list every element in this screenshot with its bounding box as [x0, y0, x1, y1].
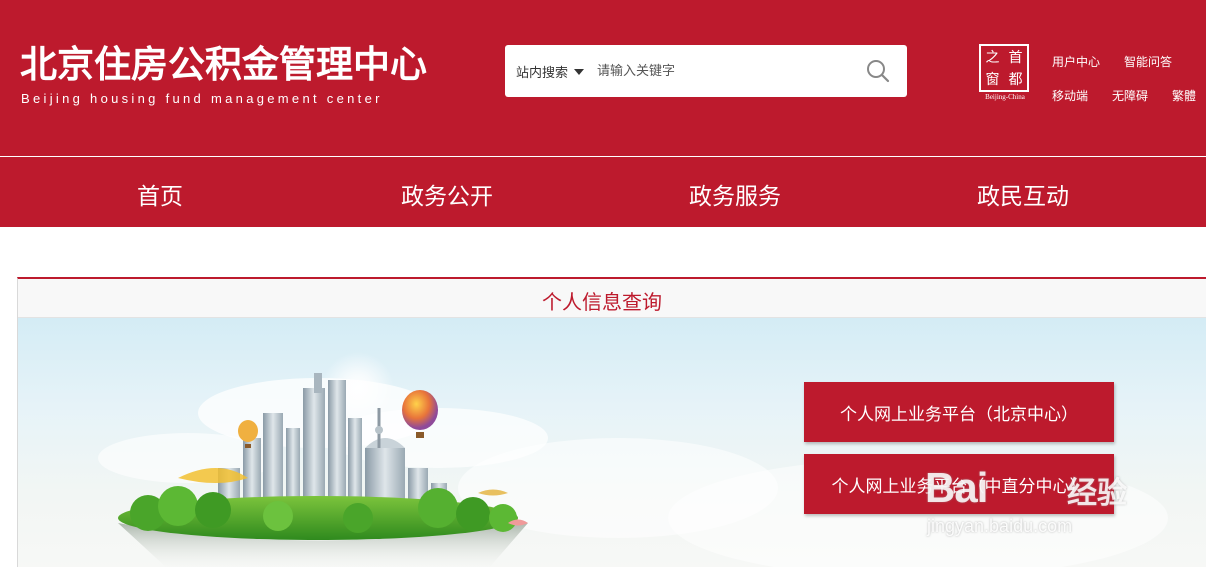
seal-char: 窗 [985, 72, 1000, 88]
site-subtitle-en: Beijing housing fund management center [21, 91, 383, 106]
nav-item-government-services[interactable]: 政务服务 [689, 177, 781, 211]
seal-logo: 之 首 窗 都 [979, 44, 1029, 92]
search-bar: 站内搜索 [505, 45, 907, 97]
search-scope-dropdown[interactable]: 站内搜索 [516, 62, 585, 81]
nav-item-government-affairs[interactable]: 政务公开 [401, 177, 493, 211]
city-banner-image [18, 318, 1206, 567]
nav-item-interaction[interactable]: 政民互动 [977, 177, 1069, 211]
smart-qa-link[interactable]: 智能问答 [1124, 53, 1172, 70]
traditional-chinese-link[interactable]: 繁體 [1172, 87, 1196, 104]
seal-char: 都 [1008, 72, 1023, 88]
nav-item-home[interactable]: 首页 [137, 177, 183, 211]
panel-header: 个人信息查询 [18, 279, 1206, 318]
capital-window-seal[interactable]: 之 首 窗 都 Beijing-China [977, 44, 1031, 102]
user-center-link[interactable]: 用户中心 [1052, 53, 1100, 70]
seal-caption: Beijing-China [985, 93, 1025, 101]
city-illustration [98, 352, 1168, 567]
seal-char: 首 [1008, 50, 1023, 66]
seal-char: 之 [985, 50, 1000, 66]
personal-platform-central-button[interactable]: 个人网上业务平台（中直分中心） [804, 454, 1114, 514]
site-header: 北京住房公积金管理中心 Beijing housing fund managem… [0, 0, 1206, 156]
personal-platform-beijing-button[interactable]: 个人网上业务平台（北京中心） [804, 382, 1114, 442]
caret-down-icon [574, 69, 585, 75]
main-nav: 首页 政务公开 政务服务 政民互动 [0, 157, 1206, 227]
accessibility-link[interactable]: 无障碍 [1112, 87, 1148, 104]
search-scope-label: 站内搜索 [516, 66, 569, 81]
search-icon[interactable] [865, 58, 891, 84]
search-input[interactable] [597, 57, 857, 85]
mobile-link[interactable]: 移动端 [1052, 87, 1088, 104]
site-title[interactable]: 北京住房公积金管理中心 [20, 34, 427, 88]
panel-title: 个人信息查询 [542, 290, 662, 314]
